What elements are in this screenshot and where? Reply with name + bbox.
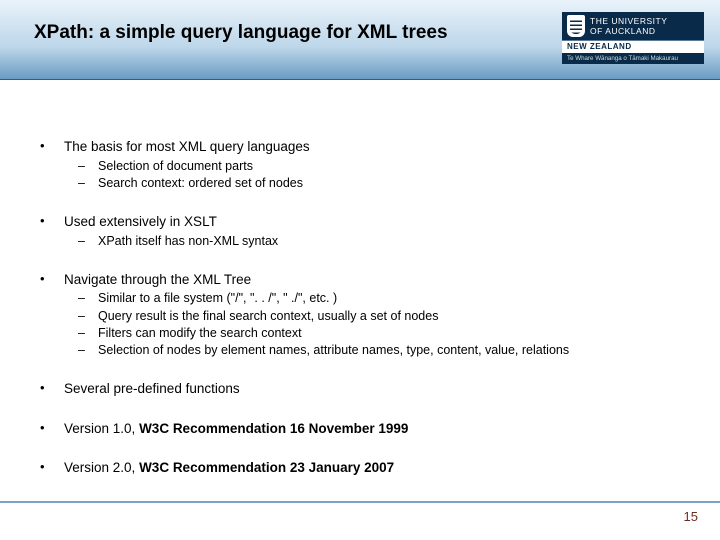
university-logo: THE UNIVERSITY OF AUCKLAND NEW ZEALAND T… [562, 12, 704, 64]
bullet-text: Several pre-defined functions [64, 381, 240, 396]
bullet-text: Navigate through the XML Tree [64, 272, 251, 287]
logo-top-row: THE UNIVERSITY OF AUCKLAND [562, 12, 704, 41]
sub-item: Similar to a file system ("/", ". . /", … [64, 290, 686, 306]
sub-item: Search context: ordered set of nodes [64, 175, 686, 191]
bullet-item: Several pre-defined functions [34, 380, 686, 398]
sub-item: Query result is the final search context… [64, 308, 686, 324]
sub-item: Filters can modify the search context [64, 325, 686, 341]
bullet-item: Used extensively in XSLT XPath itself has… [34, 213, 686, 249]
sub-list: Selection of document partsSearch contex… [64, 158, 686, 192]
sub-list: Similar to a file system ("/", ". . /", … [64, 290, 686, 358]
slide-title: XPath: a simple query language for XML t… [34, 22, 448, 44]
bullet-list: The basis for most XML query languages Se… [34, 138, 686, 477]
sub-item: Selection of nodes by element names, att… [64, 342, 686, 358]
logo-main-text: THE UNIVERSITY OF AUCKLAND [590, 16, 667, 36]
header: XPath: a simple query language for XML t… [0, 0, 720, 80]
bullet-item: Navigate through the XML Tree Similar to … [34, 271, 686, 359]
slide-body: The basis for most XML query languages Se… [0, 80, 720, 477]
sub-item: XPath itself has non-XML syntax [64, 233, 686, 249]
bullet-item: The basis for most XML query languages Se… [34, 138, 686, 191]
bullet-item: Version 2.0, W3C Recommendation 23 Janua… [34, 459, 686, 477]
bullet-text: Version 1.0, W3C Recommendation 16 Novem… [64, 421, 408, 436]
crest-icon [567, 15, 585, 37]
slide: XPath: a simple query language for XML t… [0, 0, 720, 540]
bullet-item: Version 1.0, W3C Recommendation 16 Novem… [34, 420, 686, 438]
page-number: 15 [684, 505, 720, 524]
sub-list: XPath itself has non-XML syntax [64, 233, 686, 249]
bullet-text: Used extensively in XSLT [64, 214, 217, 229]
bullet-text: The basis for most XML query languages [64, 139, 310, 154]
logo-bottom-text: Te Whare Wānanga o Tāmaki Makaurau [562, 53, 704, 64]
footer: 15 [0, 501, 720, 526]
bullet-text: Version 2.0, W3C Recommendation 23 Janua… [64, 460, 394, 475]
sub-item: Selection of document parts [64, 158, 686, 174]
logo-mid-text: NEW ZEALAND [562, 41, 704, 53]
